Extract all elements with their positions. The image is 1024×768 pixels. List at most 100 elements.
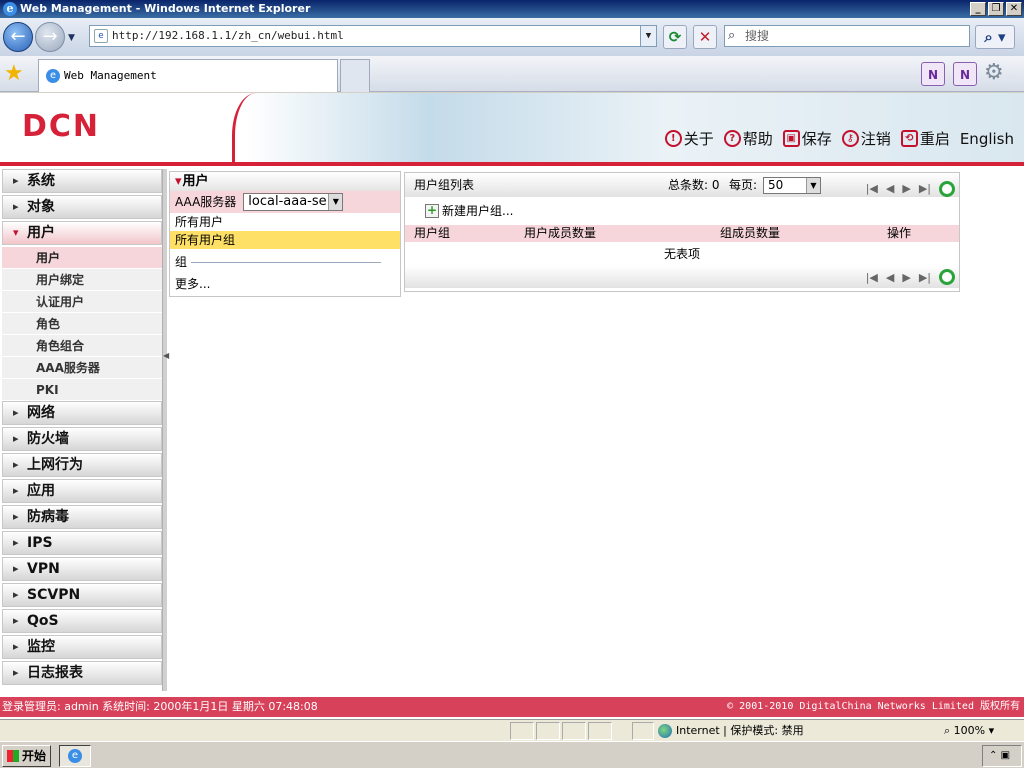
browser-tab-active[interactable]: e Web Management [38, 59, 338, 92]
page-size-select[interactable]: 50 ▼ [763, 177, 821, 194]
sidebar-group-web-behavior[interactable]: 上网行为 [2, 453, 162, 477]
sidebar-group-firewall[interactable]: 防火墙 [2, 427, 162, 451]
close-button[interactable]: ✕ [1006, 2, 1022, 16]
all-groups-item[interactable]: 所有用户组 [170, 231, 400, 249]
group-list-header: 用户组列表 总条数: 0 每页: 50 ▼ |◀ ◀ ▶ ▶| [405, 173, 959, 197]
zone-label: Internet | 保护模式: 禁用 [676, 724, 804, 737]
address-bar[interactable]: e http://192.168.1.1/zh_cn/webui.html ▼ [89, 25, 657, 47]
search-placeholder: 搜搜 [745, 29, 770, 43]
new-group-button[interactable]: + 新建用户组... [405, 197, 959, 225]
last-page-icon[interactable]: ▶| [919, 271, 931, 284]
sidebar-item-user-binding[interactable]: 用户绑定 [2, 269, 162, 291]
save-label: 保存 [801, 130, 832, 148]
reboot-link[interactable]: ⟲ 重启 [900, 128, 950, 149]
stop-button[interactable]: ✕ [693, 25, 717, 49]
col-header-group[interactable]: 用户组 [414, 225, 450, 242]
sidebar-group-application[interactable]: 应用 [2, 479, 162, 503]
onenote-icon[interactable]: N [921, 62, 945, 86]
sidebar-item-pki[interactable]: PKI [2, 379, 162, 401]
first-page-icon[interactable]: |◀ [866, 271, 878, 284]
sidebar-group-qos[interactable]: QoS [2, 609, 162, 633]
prev-page-icon[interactable]: ◀ [886, 177, 894, 201]
sidebar-group-ips[interactable]: IPS [2, 531, 162, 555]
prev-page-icon[interactable]: ◀ [886, 271, 894, 284]
refresh-icon[interactable] [939, 269, 955, 285]
new-tab-button[interactable] [340, 59, 370, 92]
next-page-icon[interactable]: ▶ [902, 177, 910, 201]
search-go-button[interactable]: ⌕ ▾ [975, 25, 1015, 49]
chevron-down-icon: ▼ [806, 178, 820, 193]
last-page-icon[interactable]: ▶| [919, 177, 931, 201]
copyright: © 2001-2010 DigitalChina Networks Limite… [727, 701, 1020, 712]
sidebar-group-network[interactable]: 网络 [2, 401, 162, 425]
per-page-label: 每页: [729, 178, 758, 192]
refresh-icon[interactable] [939, 181, 955, 197]
logout-label: 注销 [860, 130, 891, 148]
save-link[interactable]: ▣ 保存 [782, 128, 832, 149]
taskbar-ie-button[interactable]: e [59, 745, 91, 767]
browser-status-bar: Internet | 保护模式: 禁用 ⌕ 100% ▾ [0, 719, 1024, 741]
status-cell [536, 722, 560, 740]
minimize-button[interactable]: _ [970, 2, 986, 16]
group-section: 组 [170, 253, 400, 271]
english-link[interactable]: English [960, 128, 1014, 149]
col-header-member-count[interactable]: 组成员数量 [720, 225, 780, 242]
login-info: 登录管理员: admin 系统时间: 2000年1月1日 星期六 07:48:0… [2, 700, 318, 713]
about-link[interactable]: ! 关于 [664, 128, 714, 149]
start-button[interactable]: 开始 [2, 745, 51, 767]
sidebar-item-user[interactable]: 用户 [2, 247, 162, 269]
system-tray[interactable]: ⌃ ▣ [982, 745, 1022, 767]
all-users-item[interactable]: 所有用户 [170, 213, 400, 231]
windows-taskbar: 开始 e ⌃ ▣ [0, 741, 1024, 768]
address-dropdown-icon[interactable]: ▼ [640, 26, 656, 46]
more-link[interactable]: 更多... [170, 275, 400, 293]
group-list-title: 用户组列表 [414, 178, 475, 192]
sidebar-group-vpn[interactable]: VPN [2, 557, 162, 581]
help-link[interactable]: ? 帮助 [723, 128, 773, 149]
zoom-control[interactable]: ⌕ 100% ▾ [944, 720, 994, 742]
sidebar-group-user[interactable]: 用户 [2, 221, 162, 245]
next-page-icon[interactable]: ▶ [902, 271, 910, 284]
app-footer: 登录管理员: admin 系统时间: 2000年1月1日 星期六 07:48:0… [0, 697, 1024, 717]
sidebar-group-monitor[interactable]: 监控 [2, 635, 162, 659]
restore-button[interactable]: ❐ [988, 2, 1004, 16]
tray-expand-icon[interactable]: ⌃ [989, 750, 997, 761]
sidebar-group-scvpn[interactable]: SCVPN [2, 583, 162, 607]
forward-button[interactable]: → [35, 22, 65, 52]
sidebar-group-object[interactable]: 对象 [2, 195, 162, 219]
user-tree-panel: 用户 AAA服务器 local-aaa-se ▼ 所有用户 所有用户组 组 更多… [169, 171, 401, 297]
popup-blocked-icon[interactable] [632, 722, 654, 740]
chevron-down-icon: ▼ [328, 194, 343, 210]
tab-ie-icon: e [46, 69, 60, 83]
sidebar-item-role[interactable]: 角色 [2, 313, 162, 335]
globe-icon [658, 724, 672, 738]
sidebar-group-system[interactable]: 系统 [2, 169, 162, 193]
search-input[interactable]: ⌕ 搜搜 [724, 25, 970, 47]
tab-title: Web Management [64, 69, 157, 82]
sidebar-group-antivirus[interactable]: 防病毒 [2, 505, 162, 529]
sidebar-item-aaa-server[interactable]: AAA服务器 [2, 357, 162, 379]
collapse-arrow-icon[interactable]: ◀ [163, 351, 169, 360]
col-header-user-count[interactable]: 用户成员数量 [524, 225, 596, 242]
sidebar-item-auth-user[interactable]: 认证用户 [2, 291, 162, 313]
window-title: Web Management - Windows Internet Explor… [20, 2, 311, 15]
logout-link[interactable]: ⚷ 注销 [841, 128, 891, 149]
sidebar-group-log-report[interactable]: 日志报表 [2, 661, 162, 685]
recent-pages-dropdown-icon[interactable]: ▼ [68, 33, 75, 43]
first-page-icon[interactable]: |◀ [866, 177, 878, 201]
sidebar-menu: 系统 对象 用户 用户 用户绑定 认证用户 角色 角色组合 AAA服务器 PKI… [2, 169, 162, 691]
refresh-button[interactable]: ⟳ [663, 25, 687, 49]
user-panel-title[interactable]: 用户 [170, 172, 400, 191]
favorites-star-icon[interactable]: ★ [4, 61, 24, 87]
gear-icon[interactable]: ⚙ [984, 60, 1004, 86]
aaa-server-select[interactable]: local-aaa-se ▼ [243, 193, 344, 211]
status-cell [562, 722, 586, 740]
back-button[interactable]: ← [3, 22, 33, 52]
sidebar-item-role-combo[interactable]: 角色组合 [2, 335, 162, 357]
sidebar-splitter[interactable]: ◀ [162, 169, 169, 691]
pager-bottom: |◀ ◀ ▶ ▶| [866, 269, 955, 285]
security-zone[interactable]: Internet | 保护模式: 禁用 [658, 720, 804, 742]
onenote-send-icon[interactable]: N [953, 62, 977, 86]
group-divider [191, 261, 382, 263]
zoom-level: 100% [953, 724, 986, 737]
